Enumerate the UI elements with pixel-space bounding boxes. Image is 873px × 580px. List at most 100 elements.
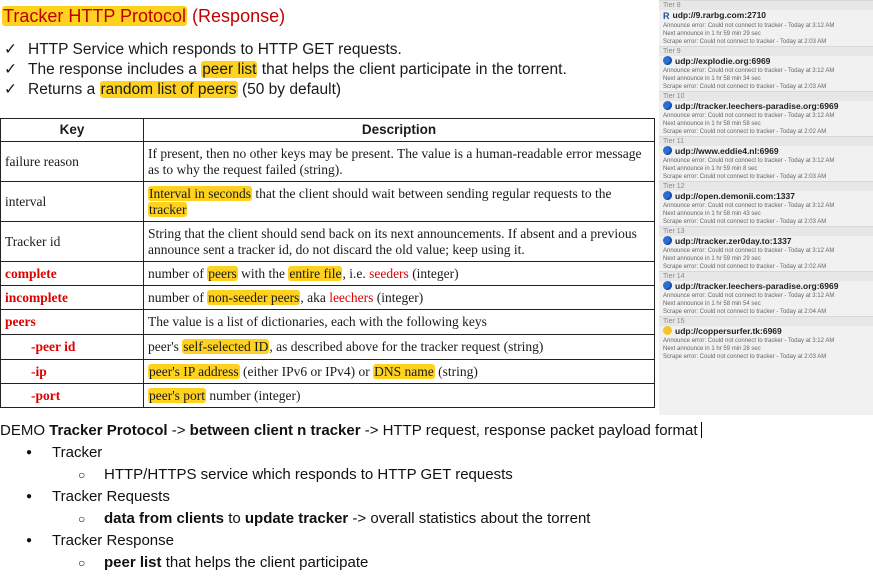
rarbg-r-icon: R bbox=[663, 11, 670, 21]
response-keys-table: Key Description failure reason If presen… bbox=[0, 118, 655, 408]
tier-header: Tier 9 bbox=[659, 46, 873, 56]
tracker-url-text: udp://tracker.zer0day.to:1337 bbox=[675, 236, 792, 246]
checkmark-icon: ✓ bbox=[4, 61, 17, 78]
list-item: Tracker Requests bbox=[0, 486, 873, 508]
tracker-url-text: udp://open.demonii.com:1337 bbox=[675, 191, 795, 201]
tracker-status-line: Scrape error: Could not connect to track… bbox=[663, 84, 827, 90]
table-row: complete number of peers with the entire… bbox=[0, 261, 655, 286]
tracker-status-line: Next announce in 1 hr 58 min 43 sec bbox=[663, 211, 761, 217]
table-row: failure reason If present, then no other… bbox=[0, 141, 655, 182]
tier-header: Tier 8 bbox=[659, 0, 873, 10]
tracker-url: udp://www.eddie4.nl:6969 bbox=[663, 146, 873, 157]
tracker-url: udp://tracker.leechers-paradise.org:6969 bbox=[663, 281, 873, 292]
tracker-list: Rudp://9.rarbg.com:2710 Announce error: C… bbox=[659, 10, 873, 361]
tracker-status-line: Announce error: Could not connect to tra… bbox=[663, 203, 835, 209]
tier-header: Tier 12 bbox=[659, 181, 873, 191]
tracker-item[interactable]: Rudp://9.rarbg.com:2710 Announce error: C… bbox=[659, 10, 873, 46]
tracker-status-line: Next announce in 1 hr 58 min 58 sec bbox=[663, 121, 761, 127]
tracker-url: udp://tracker.leechers-paradise.org:6969 bbox=[663, 101, 873, 112]
list-subitem: HTTP/HTTPS service which responds to HTT… bbox=[0, 464, 873, 486]
tracker-status-line: Next announce in 1 hr 58 min 34 sec bbox=[663, 76, 761, 82]
tracker-url: udp://tracker.zer0day.to:1337 bbox=[663, 236, 873, 247]
globe-icon bbox=[663, 56, 672, 65]
key-cell: -port bbox=[0, 383, 144, 408]
title-suffix: (Response) bbox=[187, 6, 286, 26]
table-row: peers The value is a list of dictionarie… bbox=[0, 309, 655, 335]
description-cell: The value is a list of dictionaries, eac… bbox=[143, 309, 655, 335]
description-cell: peer's port number (integer) bbox=[143, 383, 655, 408]
tracker-item[interactable]: udp://open.demonii.com:1337 Announce erro… bbox=[659, 191, 873, 226]
tracker-item[interactable]: udp://tracker.leechers-paradise.org:6969… bbox=[659, 281, 873, 316]
tier-header: Tier 13 bbox=[659, 226, 873, 236]
key-cell: failure reason bbox=[0, 141, 144, 182]
yellow-dot-icon bbox=[663, 326, 672, 335]
table-row: incomplete number of non-seeder peers, a… bbox=[0, 285, 655, 310]
tracker-status-line: Scrape error: Could not connect to track… bbox=[663, 39, 827, 45]
slide: Tracker HTTP Protocol (Response) ✓ HTTP S… bbox=[0, 0, 655, 415]
checkmark-icon: ✓ bbox=[4, 81, 17, 98]
slide-bullets: ✓ HTTP Service which responds to HTTP GET… bbox=[4, 40, 567, 100]
tracker-item[interactable]: udp://coppersurfer.tk:6969 Announce error… bbox=[659, 326, 873, 361]
tracker-status-line: Announce error: Could not connect to tra… bbox=[663, 338, 835, 344]
tracker-item[interactable]: udp://explodie.org:6969 Announce error: C… bbox=[659, 56, 873, 91]
tracker-status-line: Next announce in 1 hr 59 min 8 sec bbox=[663, 166, 758, 172]
description-cell: number of non-seeder peers, aka leechers… bbox=[143, 285, 655, 310]
table-row: interval Interval in seconds that the cl… bbox=[0, 181, 655, 222]
tracker-url-text: udp://9.rarbg.com:2710 bbox=[672, 10, 767, 20]
tier-header: Tier 14 bbox=[659, 271, 873, 281]
key-cell: interval bbox=[0, 181, 144, 222]
tracker-status-line: Next announce in 1 hr 59 min 28 sec bbox=[663, 346, 761, 352]
text-cursor bbox=[700, 422, 702, 438]
title-highlight: Tracker HTTP Protocol bbox=[2, 6, 188, 26]
tracker-url-text: udp://www.eddie4.nl:6969 bbox=[675, 146, 779, 156]
list-item: Tracker Response bbox=[0, 530, 873, 552]
tracker-status-line: Announce error: Could not connect to tra… bbox=[663, 113, 835, 119]
tracker-status-line: Scrape error: Could not connect to track… bbox=[663, 309, 827, 315]
table-row: Tracker id String that the client should… bbox=[0, 221, 655, 262]
tracker-url: udp://open.demonii.com:1337 bbox=[663, 191, 873, 202]
key-cell: Tracker id bbox=[0, 221, 144, 262]
tracker-url-text: udp://explodie.org:6969 bbox=[675, 56, 771, 66]
bullet-item: ✓ The response includes a peer list that … bbox=[4, 61, 567, 78]
tracker-status-line: Scrape error: Could not connect to track… bbox=[663, 129, 827, 135]
tracker-item[interactable]: udp://tracker.leechers-paradise.org:6969… bbox=[659, 101, 873, 136]
tracker-url: Rudp://9.rarbg.com:2710 bbox=[663, 10, 873, 22]
slide-title: Tracker HTTP Protocol (Response) bbox=[2, 5, 285, 27]
tracker-url-text: udp://tracker.leechers-paradise.org:6969 bbox=[675, 101, 839, 111]
key-cell: peers bbox=[0, 309, 144, 335]
tracker-status-line: Next announce in 1 hr 59 min 29 sec bbox=[663, 256, 761, 262]
tracker-status-line: Scrape error: Could not connect to track… bbox=[663, 174, 827, 180]
tracker-list-panel[interactable]: Tier 8 Rudp://9.rarbg.com:2710 Announce e… bbox=[659, 0, 873, 415]
description-cell: String that the client should send back … bbox=[143, 221, 655, 262]
tracker-status-line: Next announce in 1 hr 58 min 54 sec bbox=[663, 301, 761, 307]
checkmark-icon: ✓ bbox=[4, 41, 17, 58]
notes-document[interactable]: DEMO Tracker Protocol -> between client … bbox=[0, 420, 873, 574]
tracker-status-line: Scrape error: Could not connect to track… bbox=[663, 264, 827, 270]
tracker-url: udp://explodie.org:6969 bbox=[663, 56, 873, 67]
tracker-status-line: Scrape error: Could not connect to track… bbox=[663, 219, 827, 225]
tracker-item[interactable]: udp://tracker.zer0day.to:1337 Announce er… bbox=[659, 236, 873, 271]
list-subitem: data from clients to update tracker -> o… bbox=[0, 508, 873, 530]
tier-header: Tier 10 bbox=[659, 91, 873, 101]
tracker-status-line: Announce error: Could not connect to tra… bbox=[663, 293, 835, 299]
tracker-url-text: udp://tracker.leechers-paradise.org:6969 bbox=[675, 281, 839, 291]
tracker-status-line: Next announce in 1 hr 59 min 29 sec bbox=[663, 31, 761, 37]
tracker-status-line: Announce error: Could not connect to tra… bbox=[663, 68, 835, 74]
demo-line: DEMO Tracker Protocol -> between client … bbox=[0, 420, 873, 442]
list-item: Tracker bbox=[0, 442, 873, 464]
column-header-key: Key bbox=[0, 118, 144, 142]
tier-header: Tier 15 bbox=[659, 316, 873, 326]
tracker-item[interactable]: udp://www.eddie4.nl:6969 Announce error: … bbox=[659, 146, 873, 181]
description-cell: Interval in seconds that the client shou… bbox=[143, 181, 655, 222]
table-row: -port peer's port number (integer) bbox=[0, 383, 655, 408]
key-cell: -peer id bbox=[0, 334, 144, 360]
key-cell: complete bbox=[0, 261, 144, 286]
globe-icon bbox=[663, 236, 672, 245]
key-cell: -ip bbox=[0, 359, 144, 384]
globe-icon bbox=[663, 191, 672, 200]
list-subitem: peer list that helps the client particip… bbox=[0, 552, 873, 574]
description-cell: If present, then no other keys may be pr… bbox=[143, 141, 655, 182]
key-cell: incomplete bbox=[0, 285, 144, 310]
tracker-url: udp://coppersurfer.tk:6969 bbox=[663, 326, 873, 337]
tier-header: Tier 11 bbox=[659, 136, 873, 146]
